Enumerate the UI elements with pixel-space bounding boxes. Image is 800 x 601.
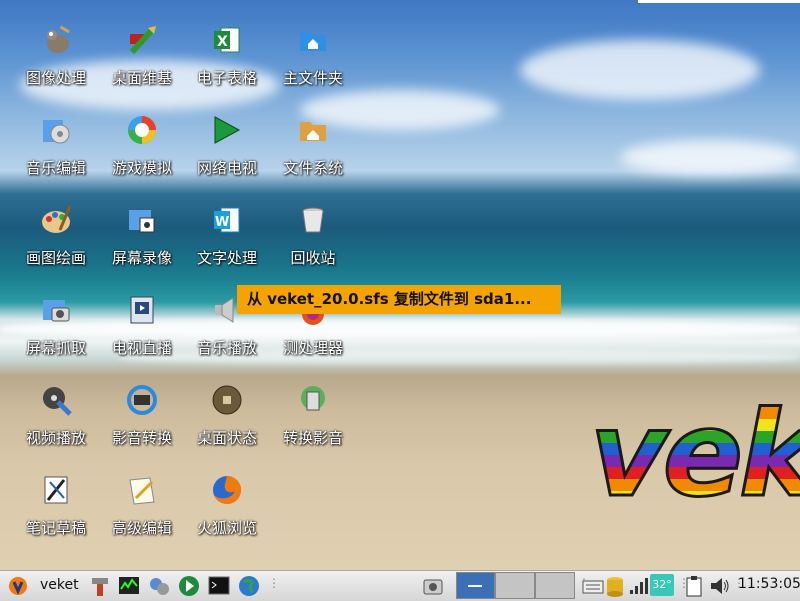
icon-label: 屏幕抓取 — [25, 339, 86, 357]
desktop-icon-trash[interactable]: 回收站 — [270, 202, 356, 288]
desktop-icon-convert-media[interactable]: 转换影音 — [270, 382, 356, 468]
workspace-3[interactable] — [535, 572, 575, 599]
desktop-icon-tv-live[interactable]: 电视直播 — [99, 292, 185, 378]
icon-label: 游戏模拟 — [111, 159, 172, 177]
icon-label: 测处理器 — [282, 339, 343, 357]
gimp-icon — [47, 25, 70, 53]
signal-icon[interactable] — [628, 574, 650, 598]
desktop-icon-wiki[interactable]: 桌面维基 — [99, 22, 185, 108]
temperature-badge[interactable]: 32° — [650, 574, 674, 596]
play-icon — [214, 116, 241, 144]
audio-editor-icon — [43, 120, 70, 144]
desktop-icon-firefox[interactable]: 火狐浏览 — [184, 472, 270, 558]
icon-label: 文件系统 — [282, 159, 343, 177]
clock[interactable]: 11:53:05 — [738, 576, 800, 592]
firefox-icon — [213, 475, 242, 504]
media-play-icon[interactable] — [178, 574, 200, 598]
tv-live-icon — [130, 296, 154, 324]
text-editor-icon — [129, 477, 155, 505]
icon-label: 文字处理 — [196, 249, 257, 267]
home-folder-icon — [300, 32, 326, 51]
desktop-icon-screen-record[interactable]: 屏幕录像 — [99, 202, 185, 288]
settings-brush-icon[interactable] — [89, 574, 111, 598]
spreadsheet-icon: X — [214, 27, 240, 53]
wallpaper-logo: veket — [590, 395, 800, 505]
taskbar-separator: ⋮ — [578, 576, 590, 594]
veket-logo-icon — [9, 577, 27, 595]
icon-label: 屏幕录像 — [111, 249, 172, 267]
network-tools-icon[interactable] — [148, 574, 170, 598]
volume-icon[interactable] — [709, 574, 731, 598]
icon-label: 转换影音 — [282, 429, 343, 447]
word-processor-icon: W — [214, 207, 240, 233]
desktop-icon-text-editor[interactable]: 高级编辑 — [99, 472, 185, 558]
desktop-icon-video-player[interactable]: 视频播放 — [13, 382, 99, 468]
wiki-icon — [129, 26, 156, 55]
media-convert-icon — [127, 385, 157, 415]
desktop-icon-game-emulator[interactable]: 游戏模拟 — [99, 112, 185, 198]
desktop-icon-spreadsheet[interactable]: X 电子表格 — [184, 22, 270, 108]
icon-label: 影音转换 — [111, 429, 172, 447]
icon-label: 电子表格 — [196, 69, 257, 87]
icon-label: 电视直播 — [111, 339, 172, 357]
desktop-icon-notes[interactable]: 笔记草稿 — [13, 472, 99, 558]
system-monitor-icon[interactable] — [118, 574, 140, 598]
icon-label: 图像处理 — [25, 69, 86, 87]
top-strip — [638, 0, 800, 3]
clipboard-icon[interactable] — [683, 574, 705, 598]
desktop-status-icon — [212, 385, 242, 415]
icon-label: 回收站 — [290, 249, 336, 267]
desktop-icon-word-processor[interactable]: W 文字处理 — [184, 202, 270, 288]
disk-icon[interactable] — [604, 574, 626, 598]
taskbar-separator: ⋮ — [678, 576, 690, 590]
desktop-icon-desktop-status[interactable]: 桌面状态 — [184, 382, 270, 468]
icon-label: 桌面维基 — [111, 69, 172, 87]
taskbar-separator: ⋮ — [268, 576, 280, 590]
video-player-icon — [43, 387, 72, 416]
icon-label: 画图绘画 — [25, 249, 86, 267]
icon-label: 音乐播放 — [196, 339, 257, 357]
desktop-icon-image-editor[interactable]: 图像处理 — [13, 22, 99, 108]
desktop-icon-screenshot[interactable]: 屏幕抓取 — [13, 292, 99, 378]
taskbar-separator: ⋮ — [733, 576, 745, 590]
workspace-1[interactable] — [456, 572, 495, 599]
game-emulator-icon — [128, 116, 156, 144]
screenshot-tray-icon[interactable] — [422, 574, 444, 598]
taskbar: veket ⋮ ⋮ 32° ⋮ ⋮ 11:53:05 — [0, 570, 800, 601]
copy-progress-notification: 从 veket_20.0.sfs 复制文件到 sda1... — [237, 285, 561, 314]
icon-label: 笔记草稿 — [25, 519, 86, 537]
icon-label: 视频播放 — [25, 429, 86, 447]
convert-media-icon — [301, 386, 325, 411]
notes-icon — [44, 476, 68, 504]
terminal-icon[interactable] — [208, 574, 230, 598]
desktop-icon-network-tv[interactable]: 网络电视 — [184, 112, 270, 198]
screenshot-icon — [43, 300, 70, 322]
browser-globe-icon[interactable] — [238, 574, 260, 598]
desktop-icon-home-folder[interactable]: 主文件夹 — [270, 22, 356, 108]
icon-label: 网络电视 — [196, 159, 257, 177]
desktop-icon-audio-editor[interactable]: 音乐编辑 — [13, 112, 99, 198]
desktop-icon-filesystem[interactable]: 文件系统 — [270, 112, 356, 198]
start-menu-label: veket — [40, 577, 79, 593]
desktop-icon-media-convert[interactable]: 影音转换 — [99, 382, 185, 468]
icon-label: 高级编辑 — [111, 519, 172, 537]
svg-text:X: X — [217, 34, 228, 50]
filesystem-folder-icon — [300, 122, 326, 141]
start-menu-button[interactable]: veket — [4, 574, 84, 598]
icon-label: 火狐浏览 — [196, 519, 257, 537]
trash-icon — [302, 207, 324, 233]
icon-label: 主文件夹 — [282, 69, 343, 87]
screen-record-icon — [129, 210, 155, 233]
icon-label: 桌面状态 — [196, 429, 257, 447]
workspace-2[interactable] — [495, 572, 535, 599]
desktop-icon-paint[interactable]: 画图绘画 — [13, 202, 99, 288]
keyboard-icon[interactable] — [582, 574, 604, 598]
icon-label: 音乐编辑 — [25, 159, 86, 177]
svg-text:W: W — [215, 215, 229, 230]
paint-palette-icon — [42, 205, 72, 233]
